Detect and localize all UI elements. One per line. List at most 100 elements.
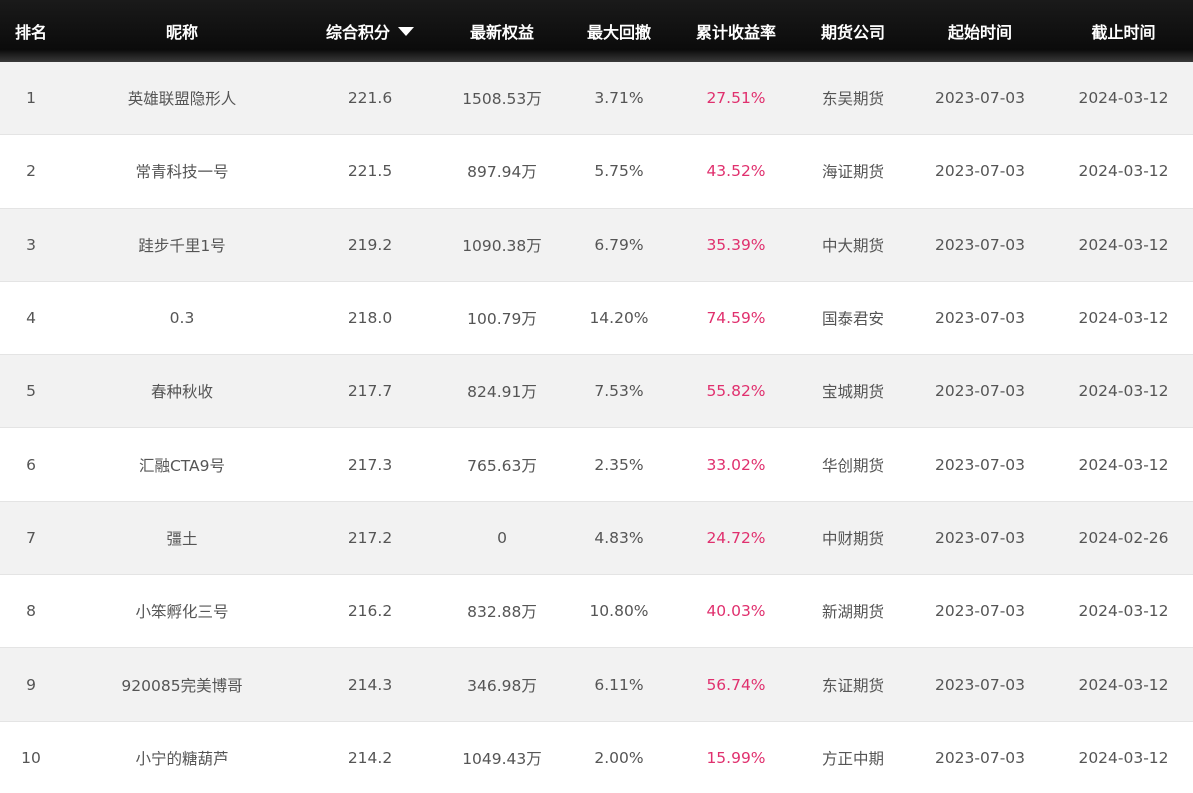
drawdown-cell: 7.53% — [594, 382, 644, 401]
table-row[interactable]: 6 汇融CTA9号 217.3 765.63万 2.35% 33.02% 华创期… — [0, 428, 1193, 502]
company-cell: 东证期货 — [821, 676, 884, 695]
header-return[interactable]: 累计收益率 — [672, 19, 800, 43]
end-cell: 2024-03-12 — [1078, 602, 1169, 621]
name-cell[interactable]: 920085完美博哥 — [62, 674, 302, 696]
score-cell: 219.2 — [347, 235, 393, 254]
end-cell: 2024-03-12 — [1078, 162, 1169, 181]
score-cell: 214.2 — [347, 748, 393, 767]
table-row[interactable]: 8 小笨孵化三号 216.2 832.88万 10.80% 40.03% 新湖期… — [0, 575, 1193, 649]
start-cell: 2023-07-03 — [934, 382, 1026, 401]
equity-cell: 765.63万 — [467, 456, 537, 475]
drawdown-cell: 5.75% — [594, 162, 644, 181]
return-cell: 27.51% — [706, 89, 766, 108]
company-cell: 国泰君安 — [821, 310, 884, 329]
header-score[interactable]: 综合积分 — [302, 19, 438, 43]
company-cell: 方正中期 — [821, 749, 884, 768]
end-cell: 2024-03-12 — [1078, 235, 1169, 254]
company-cell: 中财期货 — [821, 529, 884, 548]
start-cell: 2023-07-03 — [934, 748, 1026, 767]
drawdown-cell: 6.11% — [594, 675, 644, 694]
return-cell: 35.39% — [706, 235, 766, 254]
header-score-label: 综合积分 — [325, 23, 390, 42]
table-header: 排名 昵称 综合积分 最新权益 最大回撤 累计收益率 期货公司 起始时间 截止时… — [0, 0, 1193, 62]
start-cell: 2023-07-03 — [934, 235, 1026, 254]
header-rank[interactable]: 排名 — [0, 19, 62, 43]
score-cell: 217.7 — [347, 382, 393, 401]
table-row[interactable]: 9 920085完美博哥 214.3 346.98万 6.11% 56.74% … — [0, 648, 1193, 722]
table-row[interactable]: 5 春种秋收 217.7 824.91万 7.53% 55.82% 宝城期货 2… — [0, 355, 1193, 429]
start-cell: 2023-07-03 — [934, 162, 1026, 181]
equity-cell: 897.94万 — [467, 163, 537, 182]
company-cell: 中大期货 — [821, 236, 884, 255]
name-cell[interactable]: 汇融CTA9号 — [62, 454, 302, 476]
rank-cell: 2 — [26, 162, 36, 181]
end-cell: 2024-02-26 — [1078, 528, 1169, 547]
rank-cell: 9 — [26, 675, 36, 694]
header-name[interactable]: 昵称 — [62, 19, 302, 43]
equity-cell: 832.88万 — [467, 603, 537, 622]
start-cell: 2023-07-03 — [934, 89, 1026, 108]
name-cell[interactable]: 常青科技一号 — [62, 160, 302, 182]
return-cell: 43.52% — [706, 162, 766, 181]
end-cell: 2024-03-12 — [1078, 748, 1169, 767]
name-cell[interactable]: 小宁的糖葫芦 — [62, 747, 302, 769]
header-end[interactable]: 截止时间 — [1054, 19, 1193, 43]
score-cell: 218.0 — [347, 309, 393, 328]
rank-cell: 10 — [21, 748, 41, 767]
table-row[interactable]: 3 跬步千里1号 219.2 1090.38万 6.79% 35.39% 中大期… — [0, 208, 1193, 282]
company-cell: 华创期货 — [821, 456, 884, 475]
end-cell: 2024-03-12 — [1078, 309, 1169, 328]
table-row[interactable]: 10 小宁的糖葫芦 214.2 1049.43万 2.00% 15.99% 方正… — [0, 721, 1193, 793]
header-equity[interactable]: 最新权益 — [438, 19, 566, 43]
rank-cell: 1 — [26, 89, 36, 108]
end-cell: 2024-03-12 — [1078, 382, 1169, 401]
start-cell: 2023-07-03 — [934, 602, 1026, 621]
table-row[interactable]: 2 常青科技一号 221.5 897.94万 5.75% 43.52% 海证期货… — [0, 135, 1193, 209]
end-cell: 2024-03-12 — [1078, 455, 1169, 474]
start-cell: 2023-07-03 — [934, 675, 1026, 694]
drawdown-cell: 4.83% — [594, 528, 644, 547]
return-cell: 74.59% — [706, 309, 766, 328]
equity-cell: 100.79万 — [467, 310, 537, 329]
start-cell: 2023-07-03 — [934, 528, 1026, 547]
name-cell[interactable]: 小笨孵化三号 — [62, 600, 302, 622]
header-drawdown[interactable]: 最大回撤 — [566, 19, 672, 43]
name-cell[interactable]: 英雄联盟隐形人 — [62, 87, 302, 109]
rank-cell: 7 — [26, 528, 36, 547]
name-cell[interactable]: 春种秋收 — [62, 380, 302, 402]
name-cell[interactable]: 跬步千里1号 — [62, 234, 302, 256]
return-cell: 33.02% — [706, 455, 766, 474]
score-cell: 221.5 — [347, 162, 393, 181]
table-row[interactable]: 4 0.3 218.0 100.79万 14.20% 74.59% 国泰君安 2… — [0, 281, 1193, 356]
company-cell: 东吴期货 — [821, 90, 884, 109]
return-cell: 56.74% — [706, 675, 766, 694]
return-cell: 24.72% — [706, 528, 766, 547]
name-cell[interactable]: 0.3 — [62, 309, 302, 327]
table-row[interactable]: 7 彊土 217.2 0 4.83% 24.72% 中财期货 2023-07-0… — [0, 501, 1193, 576]
return-cell: 55.82% — [706, 382, 766, 401]
score-cell: 216.2 — [347, 602, 393, 621]
rank-cell: 6 — [26, 455, 36, 474]
return-cell: 40.03% — [706, 602, 766, 621]
company-cell: 宝城期货 — [821, 383, 884, 402]
drawdown-cell: 2.35% — [594, 455, 644, 474]
equity-cell: 1090.38万 — [462, 236, 542, 255]
name-cell[interactable]: 彊土 — [62, 527, 302, 549]
drawdown-cell: 6.79% — [594, 235, 644, 254]
company-cell: 新湖期货 — [821, 603, 884, 622]
rank-cell: 4 — [26, 309, 36, 328]
header-start[interactable]: 起始时间 — [906, 19, 1054, 43]
equity-cell: 346.98万 — [467, 676, 537, 695]
table-row[interactable]: 1 英雄联盟隐形人 221.6 1508.53万 3.71% 27.51% 东吴… — [0, 62, 1193, 136]
score-cell: 221.6 — [347, 89, 393, 108]
header-company[interactable]: 期货公司 — [800, 19, 906, 43]
sort-desc-icon[interactable] — [398, 27, 414, 36]
drawdown-cell: 3.71% — [594, 89, 644, 108]
score-cell: 214.3 — [347, 675, 393, 694]
equity-cell: 824.91万 — [467, 383, 537, 402]
equity-cell: 0 — [497, 528, 507, 547]
rank-cell: 5 — [26, 382, 36, 401]
ranking-table: 排名 昵称 综合积分 最新权益 最大回撤 累计收益率 期货公司 起始时间 截止时… — [0, 0, 1193, 793]
end-cell: 2024-03-12 — [1078, 89, 1169, 108]
rank-cell: 8 — [26, 602, 36, 621]
